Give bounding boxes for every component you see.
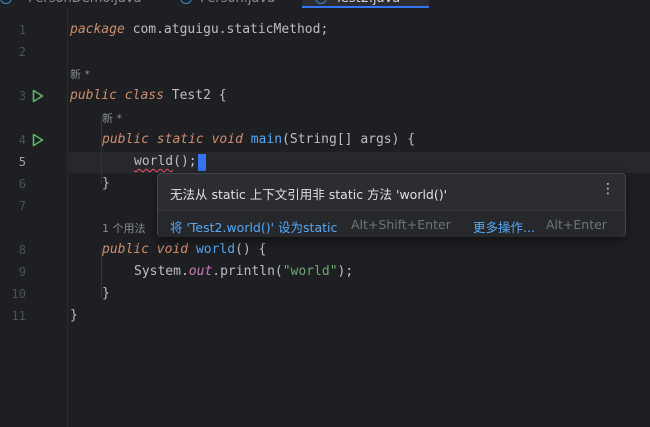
static-field: out (188, 264, 213, 279)
line-number: 3 (18, 89, 26, 103)
code-line-8: public void world() { (102, 241, 266, 259)
close-tab-icon[interactable]: ✕ (407, 0, 417, 4)
keyword: public (102, 242, 149, 257)
keyword: package (70, 22, 125, 37)
error-message: 无法从 static 上下文引用非 static 方法 'world()' (170, 187, 448, 202)
make-static-fix-link[interactable]: 将 'Test2.world()' 设为static (170, 217, 337, 236)
more-actions-shortcut: Alt+Enter (546, 217, 607, 232)
signature-end: () { (235, 242, 267, 257)
class-name: Test2 (171, 88, 211, 103)
fix-shortcut: Alt+Shift+Enter (351, 217, 451, 232)
line-number: 11 (11, 309, 26, 323)
keyword: void (211, 132, 243, 147)
code-line-10: } (102, 286, 110, 301)
more-options-icon[interactable]: ⋮ (601, 182, 615, 196)
text-caret (198, 154, 206, 171)
code-line-6: } (102, 176, 110, 191)
code-line-4: public static void main(String[] args) { (102, 131, 415, 149)
code-line-3: public class Test2 { (70, 87, 227, 105)
quick-fix-bar: 将 'Test2.world()' 设为static Alt+Shift+Ent… (158, 211, 625, 237)
string-literal: "world" (282, 264, 338, 279)
dot: . (212, 264, 221, 279)
keyword: public (102, 132, 149, 147)
more-actions-link[interactable]: 更多操作... (473, 217, 535, 236)
keyword: static (156, 132, 204, 147)
line-number: 8 (18, 243, 26, 257)
line-number-current: 5 (18, 155, 26, 169)
line-number: 2 (18, 45, 26, 59)
error-tooltip-popup: 无法从 static 上下文引用非 static 方法 'world()' ⋮ … (157, 173, 626, 237)
tab-persondemo[interactable]: PersonDemo.java (28, 0, 141, 8)
line-number: 4 (18, 133, 26, 147)
paren-open: ( (274, 264, 283, 279)
param-name: args (360, 132, 392, 147)
class-ref: System. (134, 264, 189, 279)
line-number: 6 (18, 177, 26, 191)
code-line-11: } (70, 308, 78, 323)
editor-tab-bar: PersonDemo.java Person.java Test2.java ✕ (0, 0, 650, 8)
method-call: println (220, 264, 275, 279)
line-number: 9 (18, 265, 26, 279)
keyword: class (124, 88, 164, 103)
line-number: 10 (11, 287, 26, 301)
keyword: public (70, 88, 117, 103)
run-class-icon[interactable] (32, 89, 44, 103)
code-line-9: System.out.println("world"); (134, 263, 353, 281)
java-file-icon (180, 0, 192, 4)
inlay-hint-usages[interactable]: 1 个用法 (102, 222, 146, 236)
code-line-1: package com.atguigu.staticMethod; (70, 21, 328, 39)
param-type: (String[] (282, 132, 361, 147)
method-name: world (195, 242, 236, 257)
call-args: (); (173, 154, 197, 169)
line-number: 7 (18, 199, 26, 213)
paren-close: ); (337, 264, 354, 279)
indent-guide (101, 116, 102, 184)
error-method-call[interactable]: world (134, 154, 173, 169)
editor-gutter: 1 2 3 4 5 6 7 8 9 10 11 (0, 8, 68, 427)
tab-person[interactable]: Person.java (200, 0, 275, 8)
package-name: com.atguigu.staticMethod; (124, 22, 329, 37)
keyword: void (156, 242, 189, 257)
line-number: 1 (18, 23, 26, 37)
inlay-hint-new-main[interactable]: 新 * (102, 112, 122, 126)
method-name: main (250, 132, 283, 147)
brace: { (210, 88, 227, 103)
java-file-icon (0, 0, 12, 4)
inlay-hint-new-class[interactable]: 新 * (70, 68, 90, 82)
signature-end: ) { (391, 132, 416, 147)
run-main-icon[interactable] (32, 133, 44, 147)
code-line-5: world(); (134, 153, 197, 171)
